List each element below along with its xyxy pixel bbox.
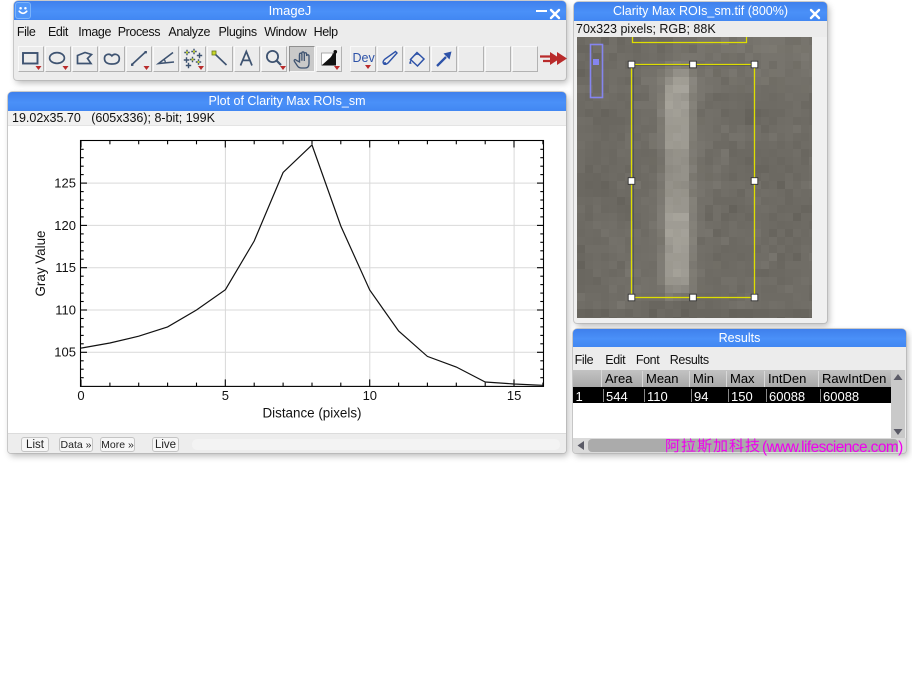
svg-text:0: 0 <box>77 388 84 403</box>
svg-text:120: 120 <box>54 218 76 233</box>
svg-text:Gray Value: Gray Value <box>33 231 48 297</box>
svg-text:Distance (pixels): Distance (pixels) <box>263 406 362 421</box>
svg-text:15: 15 <box>507 388 521 403</box>
svg-text:125: 125 <box>54 176 76 191</box>
svg-text:Dev: Dev <box>353 51 376 65</box>
svg-text:5: 5 <box>222 388 229 403</box>
svg-text:110: 110 <box>55 302 76 317</box>
svg-text:(www.lifescience.com): (www.lifescience.com) <box>762 439 903 456</box>
svg-text:115: 115 <box>55 260 76 275</box>
svg-text:10: 10 <box>363 388 377 403</box>
svg-text:105: 105 <box>54 345 76 360</box>
